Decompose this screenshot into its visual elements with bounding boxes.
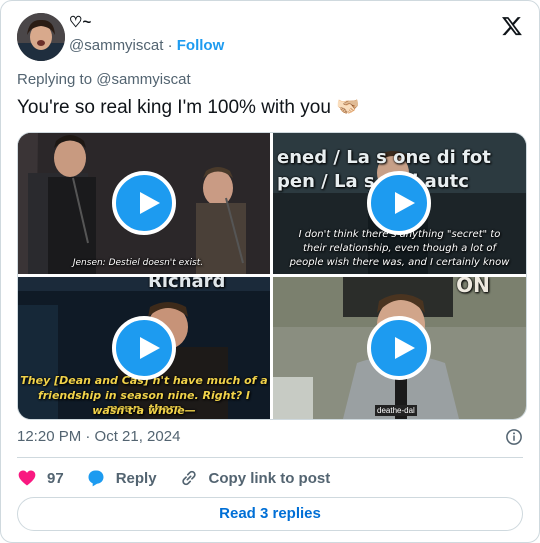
reply-button[interactable]: Reply <box>86 468 157 488</box>
link-icon <box>181 470 196 486</box>
heart-icon <box>18 470 36 486</box>
play-button[interactable] <box>367 316 431 380</box>
play-button[interactable] <box>112 316 176 380</box>
tile3-header: Richard <box>148 277 226 292</box>
tile1-caption: Jensen: Destiel doesn't exist. <box>72 258 204 268</box>
media-grid: Jensen: Destiel doesn't exist. ened / La… <box>17 132 527 420</box>
tile4-tag: deathe-dal <box>375 405 417 416</box>
copy-link-button[interactable]: Copy link to post <box>179 468 331 488</box>
follow-button[interactable]: Follow <box>177 37 225 54</box>
like-count: 97 <box>47 469 64 487</box>
tweet-text: You're so real king I'm 100% with you 🫱🏻… <box>17 97 360 118</box>
media-tile-1[interactable]: Jensen: Destiel doesn't exist. <box>18 133 270 274</box>
tile2-caption-line-3: people wish there was, and I certainly k… <box>289 257 510 268</box>
media-tile-2[interactable]: ened / La s one di fot pen / La s e di a… <box>273 133 526 274</box>
display-name[interactable]: ♡~ <box>69 13 91 31</box>
x-logo-icon[interactable] <box>501 15 523 37</box>
tile3-caption-line-3: wasn't a whole— <box>92 404 196 417</box>
reply-bubble-icon <box>88 470 104 487</box>
separator: · <box>163 37 177 54</box>
copy-link-label: Copy link to post <box>208 469 331 487</box>
author-handle-line: @sammyiscat · Follow <box>69 37 224 54</box>
replying-to: Replying to @sammyiscat <box>17 71 191 88</box>
tile2-header-line-1: ened / La s one di fot <box>277 147 491 168</box>
author-handle[interactable]: @sammyiscat <box>69 37 163 54</box>
timestamp[interactable]: 12:20 PM · Oct 21, 2024 <box>17 428 180 445</box>
like-button[interactable]: 97 <box>17 468 64 488</box>
play-button[interactable] <box>367 171 431 235</box>
media-tile-4[interactable]: ON deathe-dal <box>273 277 526 419</box>
tile2-caption-line-2: their relationship, even though a lot of <box>302 243 497 254</box>
play-button[interactable] <box>112 171 176 235</box>
divider <box>17 457 523 458</box>
read-replies-button[interactable]: Read 3 replies <box>17 497 523 531</box>
tile4-sign: ON <box>456 277 490 297</box>
reply-label: Reply <box>115 469 157 487</box>
avatar[interactable] <box>17 13 65 61</box>
action-bar: 97 Reply Copy link to post <box>17 467 352 489</box>
info-icon[interactable] <box>505 428 523 446</box>
tweet-card: ♡~ @sammyiscat · Follow Replying to @sam… <box>0 0 540 543</box>
media-tile-3[interactable]: Richard They [Dean and Cas] n't have muc… <box>18 277 270 419</box>
